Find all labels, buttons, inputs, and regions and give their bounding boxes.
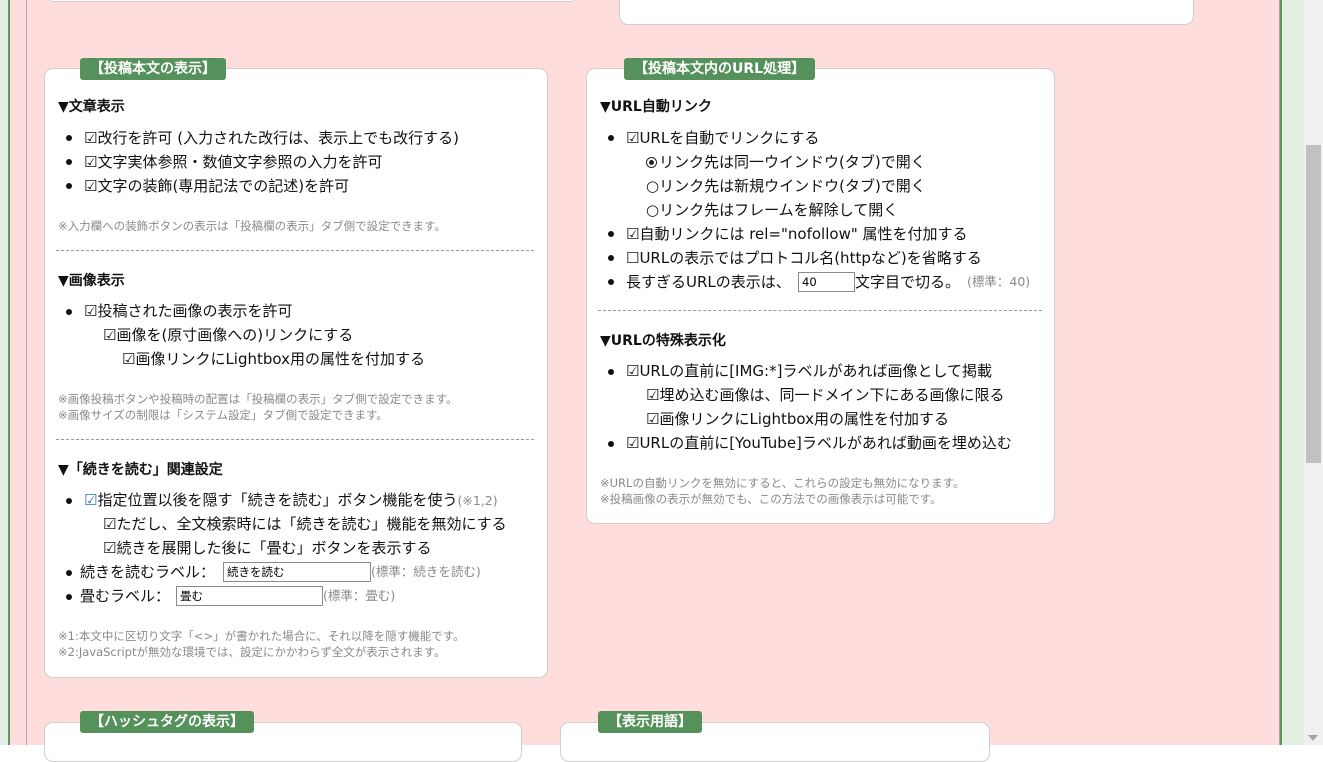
scroll-down-arrow-icon[interactable] [1308,735,1318,741]
url-special-note-2: ※投稿画像の表示が無効でも、この方法での画像表示は可能です。 [600,492,942,506]
bullet-icon [66,135,72,141]
readmore-label-label: 続きを読むラベル： [80,563,216,581]
url-autolink-heading: ▼URL自動リンク [600,99,712,115]
link-new-window-radio[interactable]: ○リンク先は新規ウインドウ(タブ)で開く [646,176,926,196]
url-special-heading: ▼URLの特殊表示化 [600,333,726,349]
readmore-note-1: ※1:本文中に区切り文字「<>」が書かれた場合に、それ以降を隠す機能です。 [58,629,465,643]
bullet-icon [66,183,72,189]
bullet-icon [608,441,614,447]
image-lightbox-checkbox[interactable]: ☑画像リンクにLightbox用の属性を付加する [122,349,425,369]
readmore-label-input[interactable] [223,562,371,582]
allow-linebreak-checkbox[interactable]: ☑改行を許可 (入力された改行は、表示上でも改行する) [84,128,459,148]
divider [56,439,534,440]
top-left-panel [47,0,577,2]
right-frame-border [1280,0,1302,745]
readmore-note-ref: (※1,2) [457,493,498,508]
link-break-frame-radio[interactable]: ○リンク先はフレームを解除して開く [646,200,898,220]
img-label-checkbox[interactable]: ☑URLの直前に[IMG:*]ラベルがあれば画像として掲載 [626,361,992,381]
bullet-icon [66,309,72,315]
top-right-panel [619,0,1194,25]
url-special-note-1: ※URLの自動リンクを無効にすると、これらの設定も無効になります。 [600,476,965,490]
nofollow-checkbox[interactable]: ☑自動リンクには rel="nofollow" 属性を付加する [626,224,968,244]
divider [56,250,534,251]
readmore-enable-checkbox[interactable]: ☑指定位置以後を隠す「続きを読む」ボタン機能を使う(※1,2) [84,490,498,510]
text-display-note: ※入力欄への装飾ボタンの表示は「投稿欄の表示」タブ側で設定できます。 [58,219,446,233]
bullet-icon [608,255,614,261]
text-display-heading: ▼文章表示 [58,99,125,115]
bullet-icon [608,231,614,237]
content-frame-left [26,0,27,745]
bullet-icon [608,135,614,141]
hashtag-display-title: 【ハッシュタグの表示】 [80,711,254,733]
checkbox-icon[interactable]: ☑ [84,491,97,509]
display-terms-title: 【表示用語】 [598,711,702,733]
youtube-label-checkbox[interactable]: ☑URLの直前に[YouTube]ラベルがあれば動画を埋め込む [626,433,1012,453]
url-truncate-label: 長すぎるURLの表示は、 [626,273,791,291]
same-domain-checkbox[interactable]: ☑埋め込む画像は、同一ドメイン下にある画像に限る [646,385,1004,405]
fold-label-label: 畳むラベル： [80,587,171,605]
divider [598,310,1042,311]
readmore-disable-search-checkbox[interactable]: ☑ただし、全文検索時には「続きを読む」機能を無効にする [103,514,507,534]
allow-decoration-checkbox[interactable]: ☑文字の装飾(専用記法での記述)を許可 [84,176,349,196]
link-same-window-label: リンク先は同一ウインドウ(タブ)で開く [659,153,926,171]
image-display-heading: ▼画像表示 [58,273,125,289]
image-display-note-2: ※画像サイズの制限は「システム設定」タブ側で設定できます。 [58,408,388,422]
readmore-label-standard: (標準：続きを読む) [371,564,481,579]
url-truncate-standard: (標準：40) [967,274,1031,289]
fold-button-checkbox[interactable]: ☑続きを展開した後に「畳む」ボタンを表示する [103,538,431,558]
url-autolink-checkbox[interactable]: ☑URLを自動でリンクにする [626,128,819,148]
bullet-icon [608,369,614,375]
bullet-icon [66,498,72,504]
url-image-lightbox-checkbox[interactable]: ☑画像リンクにLightbox用の属性を付加する [646,409,949,429]
bullet-icon [66,570,72,576]
bullet-icon [66,159,72,165]
readmore-enable-label: 指定位置以後を隠す「続きを読む」ボタン機能を使う [97,491,458,509]
allow-entity-ref-checkbox[interactable]: ☑文字実体参照・数値文字参照の入力を許可 [84,152,382,172]
image-link-checkbox[interactable]: ☑画像を(原寸画像への)リンクにする [103,325,353,345]
radio-selected-icon[interactable] [646,157,657,168]
url-truncate-input[interactable] [798,272,855,292]
allow-image-display-checkbox[interactable]: ☑投稿された画像の表示を許可 [84,301,292,321]
omit-protocol-checkbox[interactable]: ☐URLの表示ではプロトコル名(httpなど)を省略する [626,248,982,268]
bullet-icon [608,279,614,285]
image-display-note-1: ※画像投稿ボタンや投稿時の配置は「投稿欄の表示」タブ側で設定できます。 [58,392,458,406]
left-frame-border [0,0,10,745]
bullet-icon [66,594,72,600]
link-same-window-radio[interactable]: リンク先は同一ウインドウ(タブ)で開く [646,152,926,172]
url-truncate-suffix: 文字目で切る。 [855,273,961,291]
fold-label-standard: (標準：畳む) [323,588,396,603]
readmore-note-2: ※2:JavaScriptが無効な環境では、設定にかかわらず全文が表示されます。 [58,645,446,659]
readmore-heading: ▼「続きを読む」関連設定 [58,462,223,478]
post-body-display-title: 【投稿本文の表示】 [80,58,226,80]
scrollbar-thumb[interactable] [1306,145,1321,463]
fold-label-input[interactable] [176,586,323,606]
url-processing-title: 【投稿本文内のURL処理】 [624,58,816,80]
